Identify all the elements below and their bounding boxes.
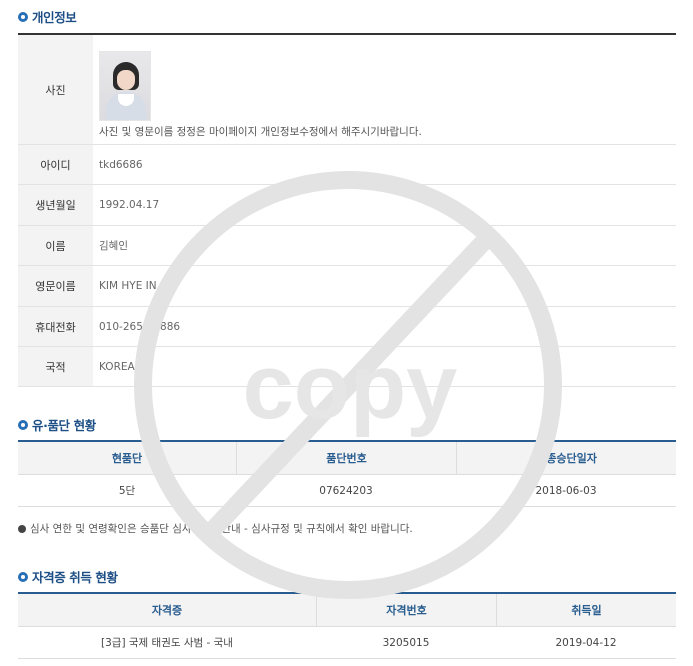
cert-cell-name: [3급] 국제 태권도 사범 - 국내 (101, 637, 233, 649)
personal-info-table: 사진 사진 및 영문이름 정정은 마이페이지 개인정보수정에서 해주시기바랍니다… (18, 33, 676, 387)
circle-bullet-icon (18, 11, 28, 22)
info-row-photo: 사진 사진 및 영문이름 정정은 마이페이지 개인정보수정에서 해주시기바랍니다… (18, 35, 676, 145)
info-value-phone: 010-2659-1886 (99, 320, 181, 333)
cert-cell-date: 2019-04-12 (555, 636, 617, 649)
cert-title-text: 자격증 취득 현황 (32, 570, 118, 585)
info-value-nationality: KOREAN (99, 360, 143, 373)
notice-label: 심사 연한 및 연령확인은 승품단 심사 - 심사안내 - 심사규정 및 규칙에… (30, 523, 413, 535)
profile-photo (99, 50, 151, 121)
info-row-nationality: 국적 KOREAN (18, 347, 676, 387)
cert-header-date: 취득일 (496, 594, 676, 626)
info-row-phone: 휴대전화 010-2659-1886 (18, 307, 676, 347)
info-label-name: 이름 (18, 226, 93, 265)
grade-cell-date: 2018-06-03 (535, 484, 597, 497)
info-label-english-name: 영문이름 (18, 266, 93, 306)
info-row-name: 이름 김혜인 (18, 226, 676, 266)
info-label-birth: 생년월일 (18, 185, 93, 225)
grade-header-date: 최종승단일자 (456, 442, 676, 474)
info-label-photo: 사진 (18, 35, 93, 144)
cert-section-title: 자격증 취득 현황 (18, 567, 118, 586)
grade-section-title: 유·품단 현황 (18, 415, 96, 434)
notice-text: 심사 연한 및 연령확인은 승품단 심사 - 심사안내 - 심사규정 및 규칙에… (18, 521, 413, 536)
info-value-id: tkd6686 (99, 158, 143, 171)
info-row-birth: 생년월일 1992.04.17 (18, 185, 676, 226)
info-label-nationality: 국적 (18, 347, 93, 386)
grade-cell-number: 07624203 (319, 484, 373, 497)
personal-title-text: 개인정보 (32, 10, 77, 25)
table-row: [3급] 국제 태권도 사범 - 국내 3205015 2019-04-12 (18, 627, 676, 659)
cert-table: 자격증 자격번호 취득일 [3급] 국제 태권도 사범 - 국내 3205015… (18, 592, 676, 659)
info-value-birth: 1992.04.17 (99, 199, 160, 211)
grade-header-number: 품단번호 (236, 442, 456, 474)
info-value-name: 김혜인 (99, 240, 128, 252)
grade-header-current: 현품단 (111, 452, 143, 465)
info-label-id: 아이디 (18, 145, 93, 184)
cert-table-header: 자격증 자격번호 취득일 (18, 594, 676, 627)
grade-title-text: 유·품단 현황 (32, 418, 96, 433)
grade-cell-current: 5단 (118, 485, 136, 497)
photo-note: 사진 및 영문이름 정정은 마이페이지 개인정보수정에서 해주시기바랍니다. (99, 125, 422, 138)
info-row-id: 아이디 tkd6686 (18, 145, 676, 185)
cert-header-number: 자격번호 (316, 594, 496, 626)
table-row: 5단 07624203 2018-06-03 (18, 475, 676, 507)
info-label-phone: 휴대전화 (18, 307, 93, 346)
dot-bullet-icon (18, 524, 26, 533)
personal-section-title: 개인정보 (18, 7, 77, 26)
info-value-photo: 사진 및 영문이름 정정은 마이페이지 개인정보수정에서 해주시기바랍니다. (93, 35, 676, 144)
cert-cell-number: 3205015 (382, 636, 430, 649)
circle-bullet-icon (18, 419, 28, 430)
grade-table: 현품단 품단번호 최종승단일자 5단 07624203 2018-06-03 (18, 440, 676, 507)
grade-table-header: 현품단 품단번호 최종승단일자 (18, 442, 676, 475)
info-value-english-name: KIM HYE IN (99, 280, 157, 292)
info-row-english-name: 영문이름 KIM HYE IN (18, 266, 676, 307)
circle-bullet-icon (18, 571, 28, 582)
cert-header-name: 자격증 (151, 604, 183, 617)
